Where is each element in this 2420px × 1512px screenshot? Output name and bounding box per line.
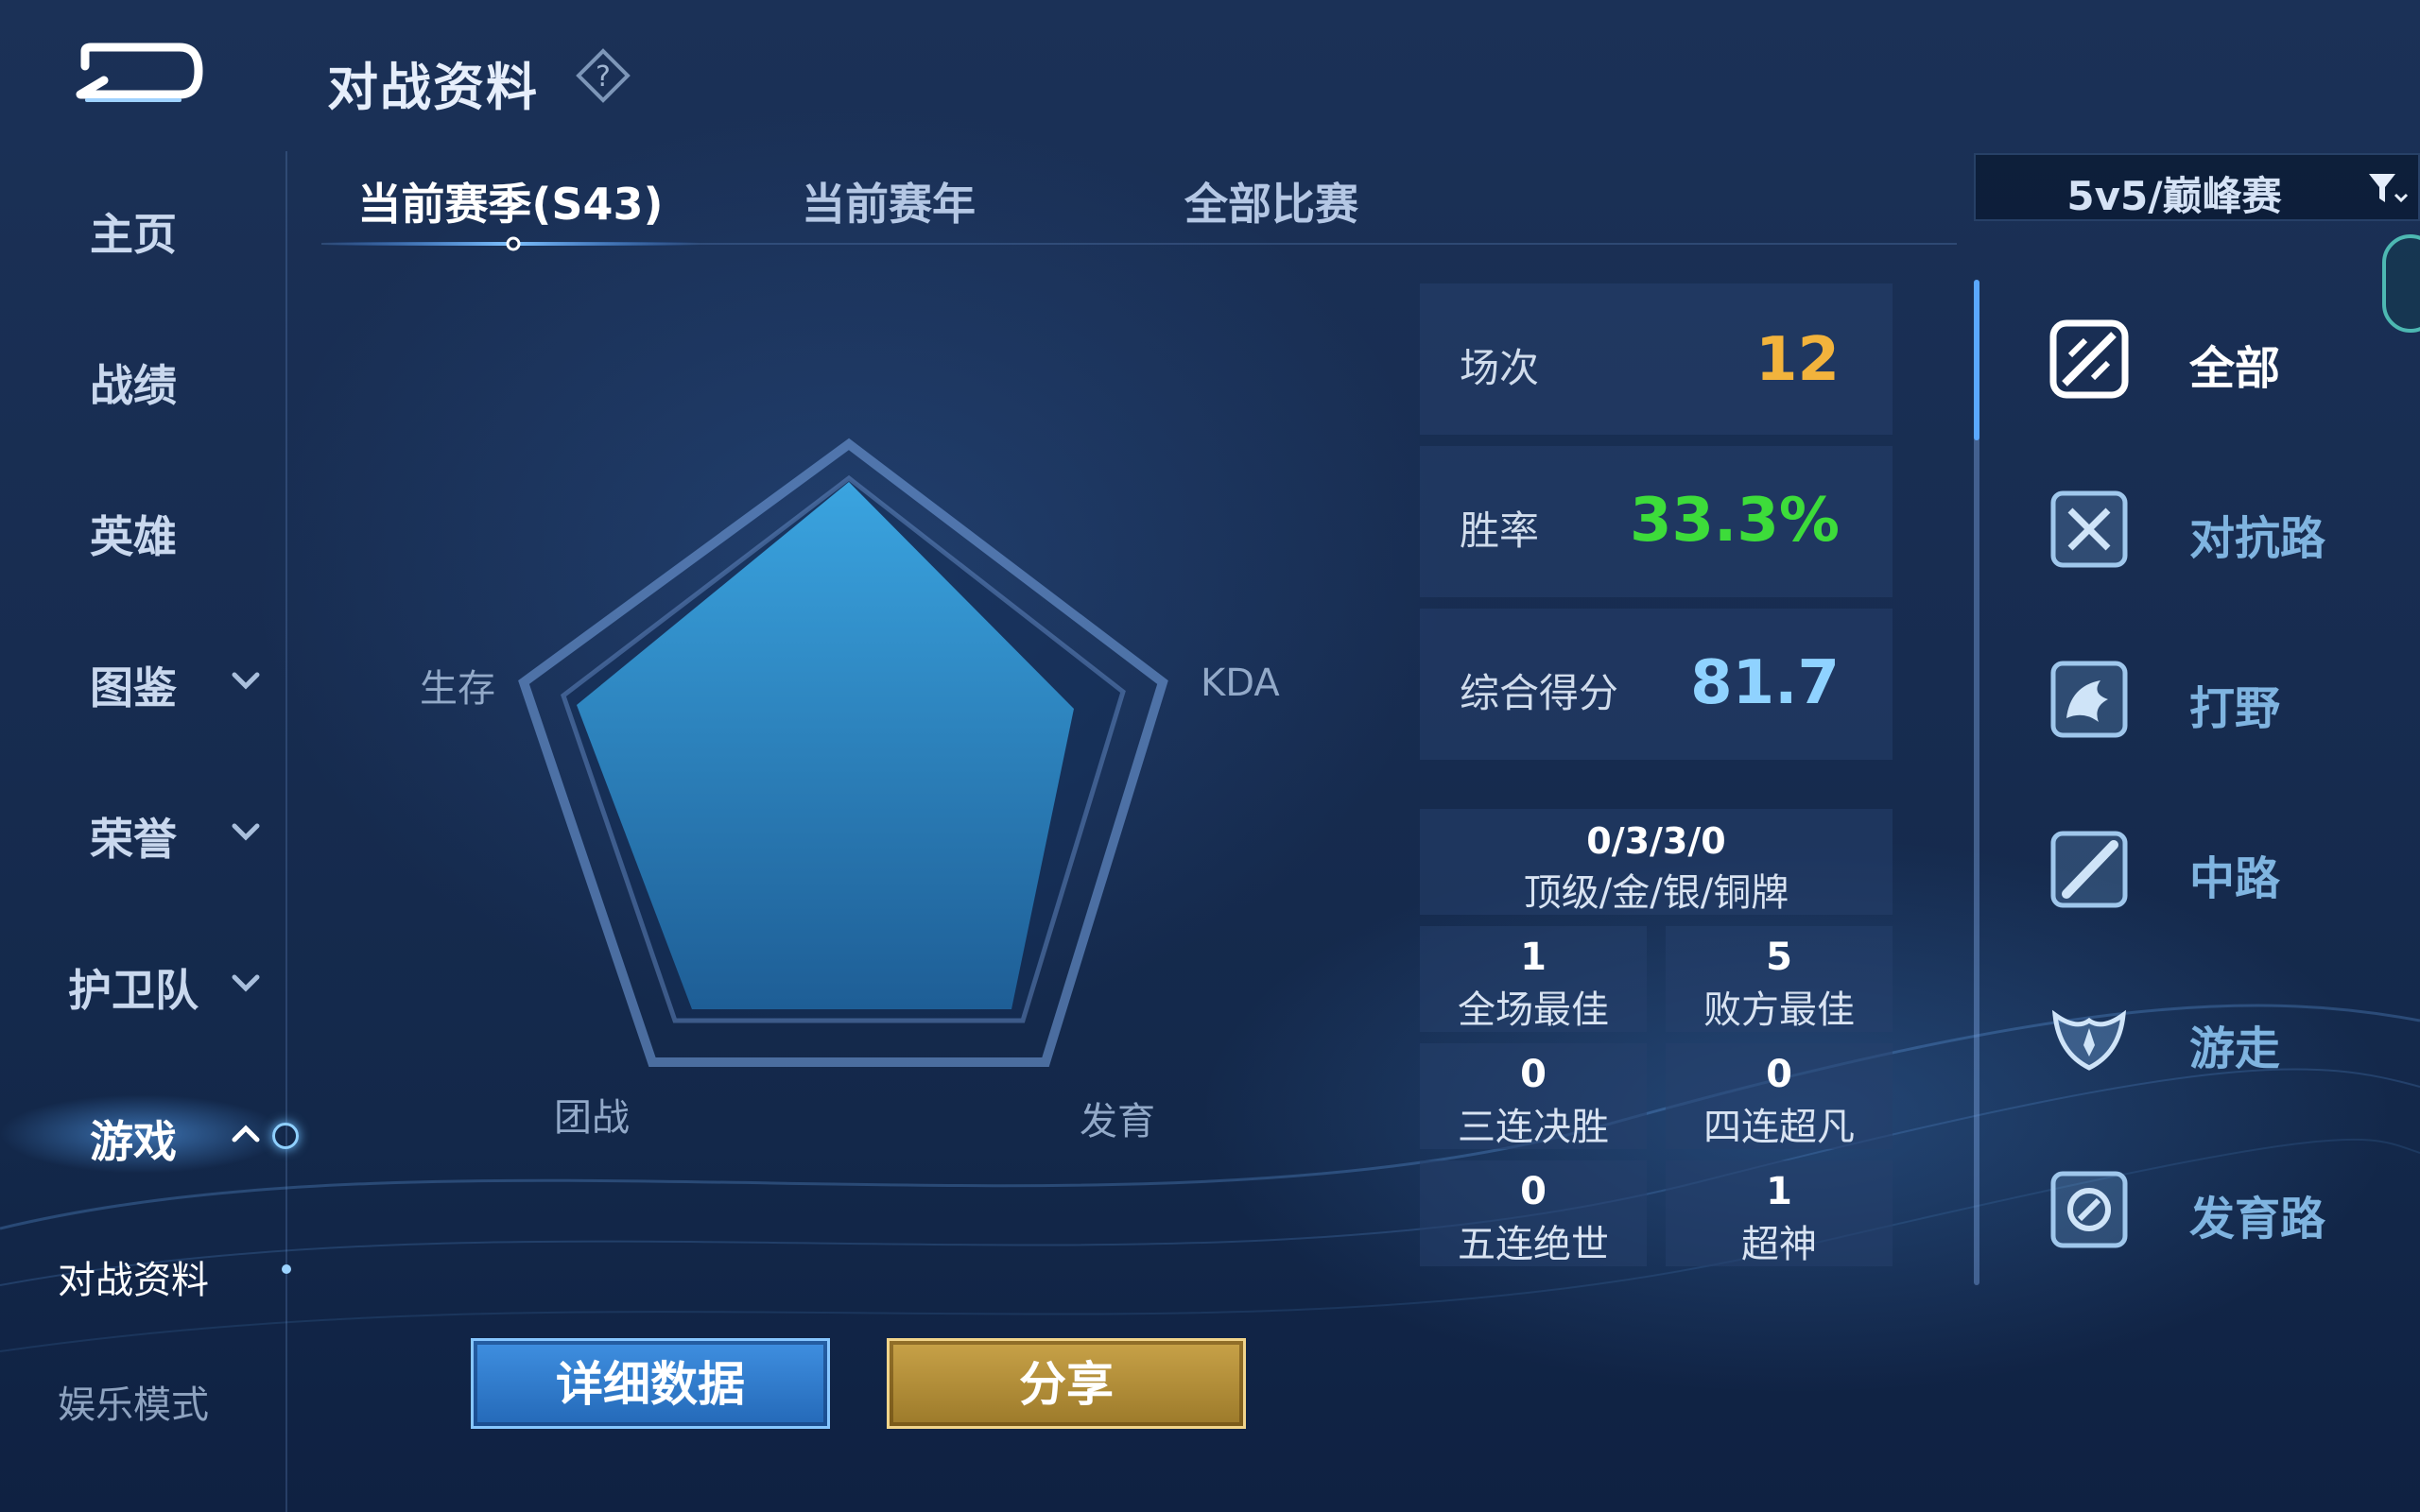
stat-value: 33.3%	[1629, 486, 1840, 556]
current-indicator	[282, 1264, 291, 1274]
sidebar-item-label: 英雄	[90, 511, 177, 562]
radar-label-teamfight: 团战	[554, 1096, 630, 1140]
sidebar-item-label: 游戏	[90, 1116, 177, 1167]
achievement-mvp: 1 全场最佳	[1420, 926, 1647, 1032]
achievement-penta-kill: 0 五连绝世	[1420, 1160, 1647, 1266]
sidebar-subitem-label: 对战资料	[58, 1259, 209, 1302]
stat-label: 胜率	[1460, 507, 1540, 554]
svg-text:?: ?	[596, 60, 611, 94]
lane-farm[interactable]: 发育路	[2042, 1162, 2401, 1276]
farm-lane-icon	[2050, 1171, 2128, 1248]
lane-label: 发育路	[2189, 1193, 2326, 1246]
sidebar-item-label: 战绩	[90, 360, 177, 411]
filter-icon	[2369, 174, 2409, 203]
sidebar-item-label: 图鉴	[90, 662, 177, 713]
sidebar-item-collection[interactable]: 图鉴	[0, 633, 284, 728]
sidebar-item-heroes[interactable]: 英雄	[0, 482, 284, 576]
mode-filter-dropdown[interactable]: 5v5/巅峰赛	[1974, 153, 2420, 221]
achievement-label: 败方最佳	[1703, 988, 1855, 1032]
tab-current-season[interactable]: 当前赛季(S43)	[321, 170, 700, 246]
tab-current-year[interactable]: 当前赛年	[756, 170, 1021, 246]
radar-label-development: 发育	[1080, 1100, 1155, 1143]
back-icon[interactable]	[66, 28, 208, 113]
achievement-label: 三连决胜	[1458, 1106, 1609, 1149]
chevron-up-icon	[232, 1125, 260, 1143]
achievement-triple-kill: 0 三连决胜	[1420, 1043, 1647, 1149]
achievement-value: 1	[1766, 1170, 1792, 1213]
tab-underline	[321, 236, 700, 251]
stat-value: 81.7	[1690, 648, 1840, 718]
achievement-legendary: 1 超神	[1666, 1160, 1893, 1266]
question-diamond-icon[interactable]: ?	[575, 47, 631, 104]
roam-icon	[2051, 1009, 2127, 1071]
achievement-label: 四连超凡	[1703, 1106, 1855, 1149]
chevron-down-icon	[232, 974, 260, 992]
mid-lane-icon	[2050, 831, 2128, 908]
lane-all[interactable]: 全部	[2042, 312, 2401, 425]
page-title: 对战资料	[327, 58, 539, 117]
all-lanes-icon	[2049, 319, 2129, 399]
radar-label-survival: 生存	[420, 667, 495, 711]
sidebar-subitem-label: 娱乐模式	[58, 1383, 209, 1427]
sidebar-item-guard-team[interactable]: 护卫队	[0, 936, 284, 1030]
tab-all-matches[interactable]: 全部比赛	[1134, 170, 1409, 246]
sidebar-subitem-entertainment[interactable]: 娱乐模式	[0, 1357, 274, 1433]
achievement-value: 0	[1520, 1053, 1547, 1096]
lane-label: 中路	[2189, 852, 2281, 905]
lane-active-indicator	[1974, 280, 1979, 440]
achievement-label: 超神	[1741, 1223, 1817, 1266]
medal-summary: 0/3/3/0 顶级/金/银/铜牌	[1420, 809, 1893, 915]
radar-chart	[518, 438, 1168, 1067]
lane-label: 打野	[2189, 682, 2281, 735]
achievement-losing-mvp: 5 败方最佳	[1666, 926, 1893, 1032]
achievement-label: 五连绝世	[1458, 1223, 1609, 1266]
medal-label: 顶级/金/银/铜牌	[1523, 871, 1789, 915]
lane-clash[interactable]: 对抗路	[2042, 482, 2401, 595]
radar-label-kda: KDA	[1201, 662, 1280, 705]
jungle-icon	[2050, 661, 2128, 738]
mode-filter-label: 5v5/巅峰赛	[2066, 173, 2282, 219]
clash-lane-icon	[2050, 490, 2128, 568]
achievement-value: 0	[1520, 1170, 1547, 1213]
sidebar-item-records[interactable]: 战绩	[0, 331, 284, 425]
sidebar-item-label: 护卫队	[68, 965, 199, 1016]
active-indicator	[272, 1123, 299, 1149]
stat-value: 12	[1754, 325, 1840, 395]
sidebar-divider	[285, 151, 287, 1512]
stat-card-win-rate: 胜率 33.3%	[1420, 446, 1893, 597]
achievement-label: 全场最佳	[1458, 988, 1609, 1032]
chevron-down-icon	[232, 823, 260, 841]
chevron-down-icon	[232, 672, 260, 690]
lane-label: 对抗路	[2189, 512, 2326, 565]
lane-label: 全部	[2189, 342, 2281, 395]
lane-mid[interactable]: 中路	[2042, 822, 2401, 936]
sidebar-item-honor[interactable]: 荣誉	[0, 784, 284, 879]
sidebar-item-label: 荣誉	[90, 814, 177, 865]
achievement-value: 5	[1766, 936, 1792, 979]
stat-card-matches: 场次 12	[1420, 284, 1893, 435]
sidebar-item-label: 主页	[90, 209, 177, 260]
sidebar-subitem-battle-data[interactable]: 对战资料	[0, 1232, 291, 1308]
lane-jungle[interactable]: 打野	[2042, 652, 2401, 765]
sidebar-item-home[interactable]: 主页	[0, 180, 284, 274]
achievement-quadra-kill: 0 四连超凡	[1666, 1043, 1893, 1149]
stat-label: 场次	[1460, 345, 1540, 391]
achievement-value: 0	[1766, 1053, 1792, 1096]
lane-label: 游走	[2189, 1022, 2281, 1075]
sidebar-item-game[interactable]: 游戏	[0, 1049, 299, 1219]
achievement-value: 1	[1520, 936, 1547, 979]
medal-counts: 0/3/3/0	[1586, 820, 1726, 862]
lane-roam[interactable]: 游走	[2042, 992, 2401, 1106]
details-button[interactable]: 详细数据	[471, 1338, 830, 1429]
stat-label: 综合得分	[1460, 670, 1619, 716]
share-button[interactable]: 分享	[887, 1338, 1246, 1429]
stat-card-score: 综合得分 81.7	[1420, 609, 1893, 760]
